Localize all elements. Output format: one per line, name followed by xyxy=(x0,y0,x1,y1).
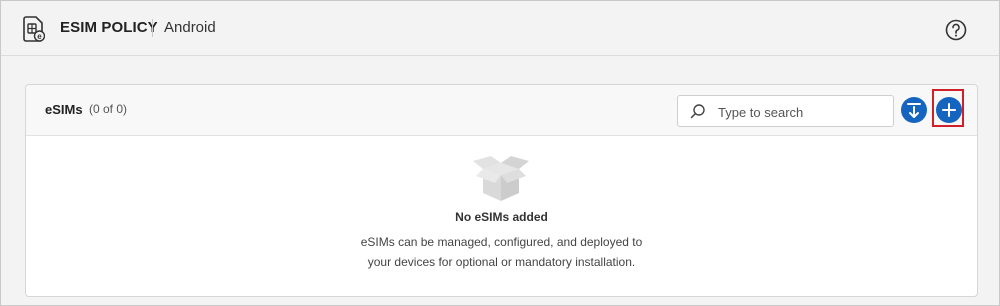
item-count: (0 of 0) xyxy=(89,102,128,116)
card-title: eSIMs xyxy=(45,102,83,117)
empty-state-line: eSIMs can be managed, configured, and de… xyxy=(360,235,643,249)
esims-card: eSIMs (0 of 0) Type to search No eSIMs a… xyxy=(25,84,978,297)
search-icon xyxy=(690,104,705,119)
empty-state-description: eSIMs can be managed, configured, and de… xyxy=(26,232,977,272)
empty-box-icon xyxy=(473,156,529,201)
help-icon[interactable] xyxy=(945,19,967,41)
page-title: ESIM POLICY xyxy=(60,19,158,36)
svg-text:e: e xyxy=(37,32,42,41)
empty-state-line: your devices for optional or mandatory i… xyxy=(367,255,636,269)
plus-icon xyxy=(942,103,956,117)
sim-card-icon: e xyxy=(23,16,45,42)
title-divider xyxy=(152,19,153,37)
search-field[interactable] xyxy=(677,95,894,127)
empty-state-title: No eSIMs added xyxy=(455,210,548,224)
card-header: eSIMs (0 of 0) xyxy=(26,85,977,136)
search-input[interactable] xyxy=(716,101,890,123)
add-esim-button[interactable] xyxy=(936,97,962,123)
platform-label: Android xyxy=(164,19,216,36)
page-header: e ESIM POLICY Android xyxy=(1,1,999,56)
export-button[interactable] xyxy=(901,97,927,123)
window-frame: e ESIM POLICY Android eSIMs (0 of 0) Typ… xyxy=(0,0,1000,306)
download-icon xyxy=(907,103,921,118)
